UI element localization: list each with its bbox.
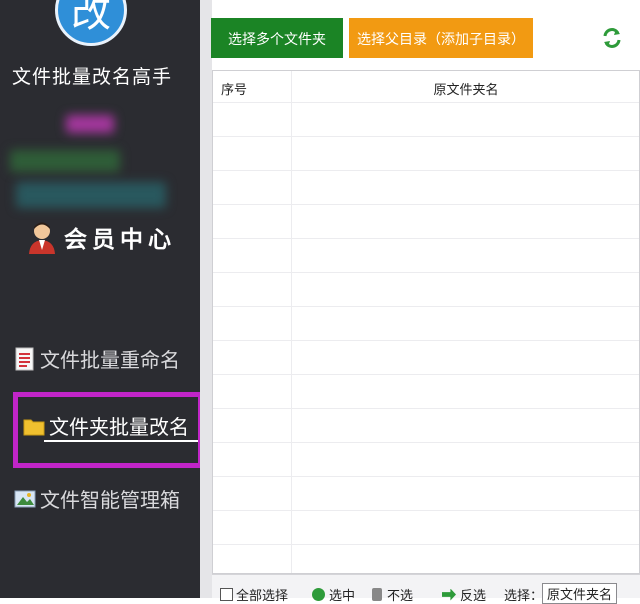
row-separator xyxy=(213,272,639,273)
logo-glyph: 改 xyxy=(71,0,111,36)
select-checked-button[interactable]: 选中 xyxy=(312,585,355,604)
check-circle-icon xyxy=(312,588,325,601)
select-multiple-folders-button[interactable]: 选择多个文件夹 xyxy=(211,18,343,58)
app-logo: 改 xyxy=(55,0,127,46)
blurred-username xyxy=(10,150,120,172)
image-manager-icon xyxy=(14,487,36,511)
select-all-checkbox[interactable]: 全部选择 xyxy=(220,585,288,604)
nav-item-file-manager[interactable]: 文件智能管理箱 xyxy=(14,484,180,513)
bottom-toolbar: 全部选择 选中 不选 反选 选择： 原文件夹名 xyxy=(212,574,640,604)
select-parent-directory-button[interactable]: 选择父目录（添加子目录） xyxy=(349,18,533,58)
filter-select[interactable]: 原文件夹名 xyxy=(542,583,618,604)
row-separator xyxy=(213,374,639,375)
document-icon xyxy=(14,347,36,371)
panel-gap xyxy=(200,0,212,598)
member-center-label: 会员中心 xyxy=(64,226,176,253)
unselect-label: 不选 xyxy=(387,589,414,604)
member-avatar-icon xyxy=(26,220,60,254)
active-underline xyxy=(44,440,198,442)
nav-item-folder-rename[interactable]: 文件夹批量改名 xyxy=(13,392,200,468)
row-separator xyxy=(213,340,639,341)
row-separator xyxy=(213,408,639,409)
row-separator xyxy=(213,102,639,103)
sidebar: 改 文件批量改名高手 会员中心 文件批量重命名 文件夹批量改名 文件智能管理箱 xyxy=(0,0,200,598)
invert-selection-button[interactable]: 反选 xyxy=(442,585,486,604)
row-separator xyxy=(213,204,639,205)
selected-label: 选中 xyxy=(329,589,356,604)
column-header-index: 序号 xyxy=(221,83,248,98)
column-divider xyxy=(291,71,292,573)
pointer-icon xyxy=(372,588,382,601)
select-all-label: 全部选择 xyxy=(236,589,289,604)
row-separator xyxy=(213,306,639,307)
nav-item-label: 文件批量重命名 xyxy=(40,348,180,372)
row-separator xyxy=(213,170,639,171)
nav-item-file-rename[interactable]: 文件批量重命名 xyxy=(14,344,180,373)
row-separator xyxy=(213,476,639,477)
app-title: 文件批量改名高手 xyxy=(11,66,172,88)
row-separator xyxy=(213,544,639,545)
row-separator xyxy=(213,238,639,239)
invert-label: 反选 xyxy=(460,589,487,604)
main-panel: 选择多个文件夹 选择父目录（添加子目录） 序号 原文件夹名 全部选择 选中 不选 xyxy=(200,0,640,604)
filter-select-value: 原文件夹名 xyxy=(547,588,613,603)
invert-arrow-icon xyxy=(442,588,456,601)
table-header: 序号 原文件夹名 xyxy=(213,71,639,102)
filter-label: 选择： xyxy=(504,589,544,604)
folder-icon xyxy=(23,414,45,438)
member-center-button[interactable]: 会员中心 xyxy=(26,220,176,254)
checkbox-icon xyxy=(220,588,233,601)
row-separator xyxy=(213,510,639,511)
row-separator xyxy=(213,136,639,137)
folder-table[interactable]: 序号 原文件夹名 xyxy=(212,70,640,574)
nav-item-label: 文件智能管理箱 xyxy=(40,488,180,512)
unselect-button[interactable]: 不选 xyxy=(372,585,413,604)
column-header-original-name: 原文件夹名 xyxy=(433,83,499,98)
blurred-avatar xyxy=(66,115,114,133)
refresh-icon[interactable] xyxy=(601,27,623,49)
nav-item-label: 文件夹批量改名 xyxy=(49,415,189,439)
row-separator xyxy=(213,442,639,443)
blurred-account-info xyxy=(16,182,166,208)
